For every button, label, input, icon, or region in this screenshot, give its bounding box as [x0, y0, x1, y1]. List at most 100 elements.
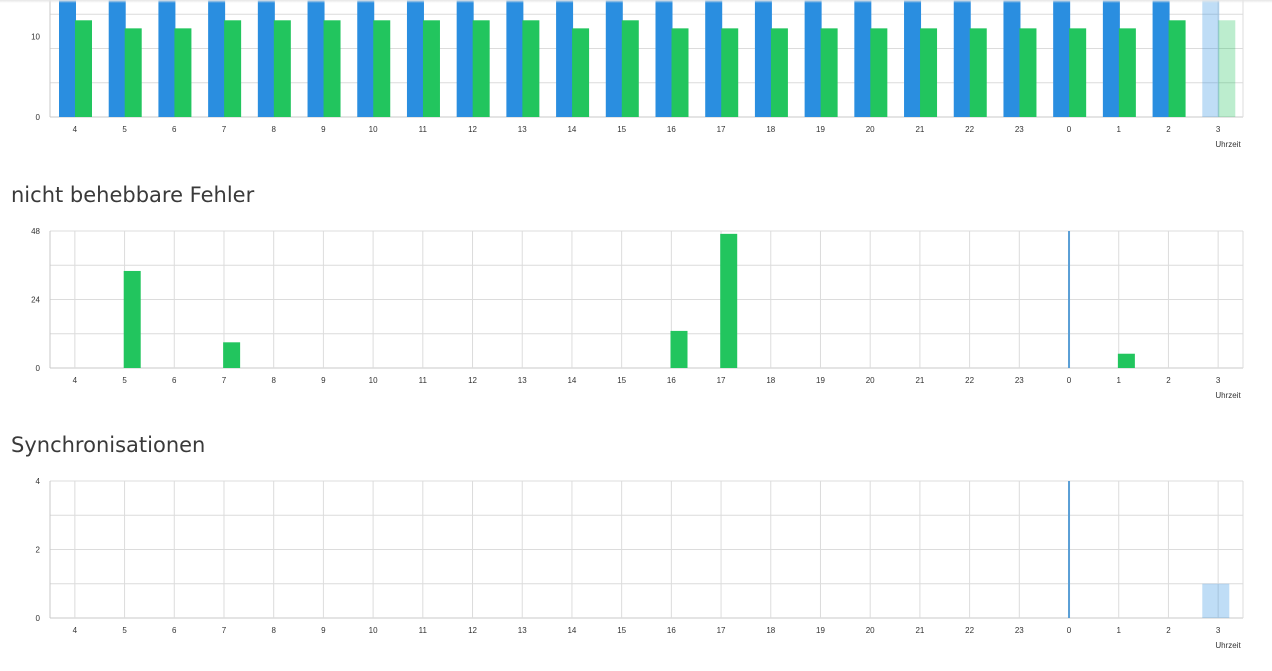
bar-blue-8: [257, 0, 275, 117]
x-axis-title: Uhrzeit: [1215, 391, 1241, 400]
x-tick-label: 13: [518, 125, 527, 134]
x-tick-label: 10: [369, 125, 378, 134]
section-title-errors: nicht behebbare Fehler: [11, 183, 255, 207]
x-tick-label: 4: [73, 376, 78, 385]
x-tick-label: 0: [1067, 626, 1072, 635]
x-tick-label: 15: [617, 626, 626, 635]
x-tick-label: 13: [518, 376, 527, 385]
x-tick-label: 3: [1216, 626, 1221, 635]
chart-bar-errors: 024484 5 6 7 8 9 10 11 12 13 14 15 16 17 18 19 20 21 22 23 0…: [31, 227, 1244, 400]
bar-green-7: [224, 20, 242, 118]
bar-blue-4: [59, 0, 76, 117]
top-shadow: [0, 0, 1272, 3]
x-tick-label: 20: [866, 626, 875, 635]
x-tick-label: 3: [1216, 125, 1221, 134]
bar-green-20: [870, 28, 888, 117]
x-tick-label: 4: [73, 125, 78, 134]
bar-blue-7: [208, 0, 226, 117]
x-tick-label: 20: [866, 376, 875, 385]
bar-green-16: [670, 330, 688, 368]
x-tick-label: 2: [1166, 376, 1171, 385]
x-axis-title: Uhrzeit: [1215, 641, 1241, 650]
x-tick-label: 9: [321, 125, 326, 134]
bar-green-12: [472, 20, 490, 118]
x-tick-label: 7: [222, 626, 227, 635]
bar-green-9: [323, 20, 341, 118]
x-tick-label: 5: [122, 125, 127, 134]
x-tick-label: 18: [766, 376, 775, 385]
x-tick-label: 16: [667, 125, 676, 134]
x-tick-label: 17: [717, 626, 726, 635]
bar-blue-19: [804, 0, 822, 117]
bar-blue-1: [1102, 0, 1120, 117]
bar-blue-9: [307, 0, 325, 117]
x-tick-label: 15: [617, 376, 626, 385]
x-tick-label: 21: [915, 626, 924, 635]
y-tick-label: 2: [36, 546, 41, 555]
x-tick-label: 19: [816, 376, 825, 385]
x-tick-label: 0: [1067, 125, 1072, 134]
x-tick-label: 8: [271, 125, 276, 134]
x-tick-label: 1: [1117, 626, 1122, 635]
bar-green-23: [1019, 28, 1037, 117]
bar-green-13: [522, 20, 540, 118]
bar-blue-3: [1202, 0, 1220, 117]
x-tick-label: 9: [321, 376, 326, 385]
bar-blue-3: [1202, 583, 1230, 618]
bar-blue-18: [754, 0, 772, 117]
x-tick-label: 2: [1166, 125, 1171, 134]
x-tick-label: 10: [369, 626, 378, 635]
x-tick-label: 3: [1216, 376, 1221, 385]
x-tick-label: 20: [866, 125, 875, 134]
bar-green-17: [721, 28, 739, 117]
chart-bar-top: 0104 5 6 7 8 9 10 11 12 13 14 15 16 17 18 19 20 21 22 23 0 1 2…: [31, 0, 1244, 149]
x-tick-label: 6: [172, 125, 177, 134]
bar-green-5: [124, 28, 142, 117]
x-tick-label: 10: [369, 376, 378, 385]
bar-blue-0: [1053, 0, 1071, 117]
y-tick-label: 10: [31, 32, 40, 41]
bar-green-0: [1069, 28, 1087, 117]
y-tick-label: 4: [36, 477, 41, 486]
x-tick-label: 2: [1166, 626, 1171, 635]
x-tick-label: 0: [1067, 376, 1072, 385]
x-tick-label: 16: [667, 376, 676, 385]
bar-green-5: [123, 270, 141, 368]
bar-green-3: [1218, 20, 1236, 118]
y-tick-label: 0: [36, 113, 41, 122]
x-tick-label: 21: [915, 376, 924, 385]
x-tick-label: 22: [965, 125, 974, 134]
bar-green-10: [373, 20, 391, 118]
y-tick-label: 24: [31, 296, 40, 305]
x-tick-label: 8: [271, 626, 276, 635]
bar-blue-23: [1003, 0, 1021, 117]
x-tick-label: 12: [468, 626, 477, 635]
x-tick-label: 6: [172, 376, 177, 385]
bar-green-22: [969, 28, 987, 117]
bar-blue-16: [655, 0, 673, 117]
bar-blue-22: [953, 0, 971, 117]
x-tick-label: 23: [1015, 125, 1024, 134]
x-tick-label: 5: [122, 626, 127, 635]
x-tick-label: 19: [816, 125, 825, 134]
x-tick-label: 12: [468, 376, 477, 385]
bar-green-1: [1117, 353, 1135, 368]
x-tick-label: 16: [667, 626, 676, 635]
x-tick-label: 11: [419, 626, 428, 635]
x-tick-label: 8: [271, 376, 276, 385]
bar-green-19: [820, 28, 838, 117]
bar-green-17: [720, 233, 738, 368]
bar-green-11: [422, 20, 440, 118]
x-tick-label: 21: [915, 125, 924, 134]
x-tick-label: 11: [419, 376, 428, 385]
bar-green-14: [572, 28, 590, 117]
bar-green-4: [75, 20, 92, 118]
x-tick-label: 22: [965, 376, 974, 385]
x-tick-label: 11: [419, 125, 428, 134]
bar-blue-15: [605, 0, 623, 117]
x-tick-label: 17: [717, 125, 726, 134]
bar-blue-5: [108, 0, 126, 117]
x-tick-label: 7: [222, 125, 227, 134]
x-tick-label: 6: [172, 626, 177, 635]
bar-blue-17: [705, 0, 723, 117]
